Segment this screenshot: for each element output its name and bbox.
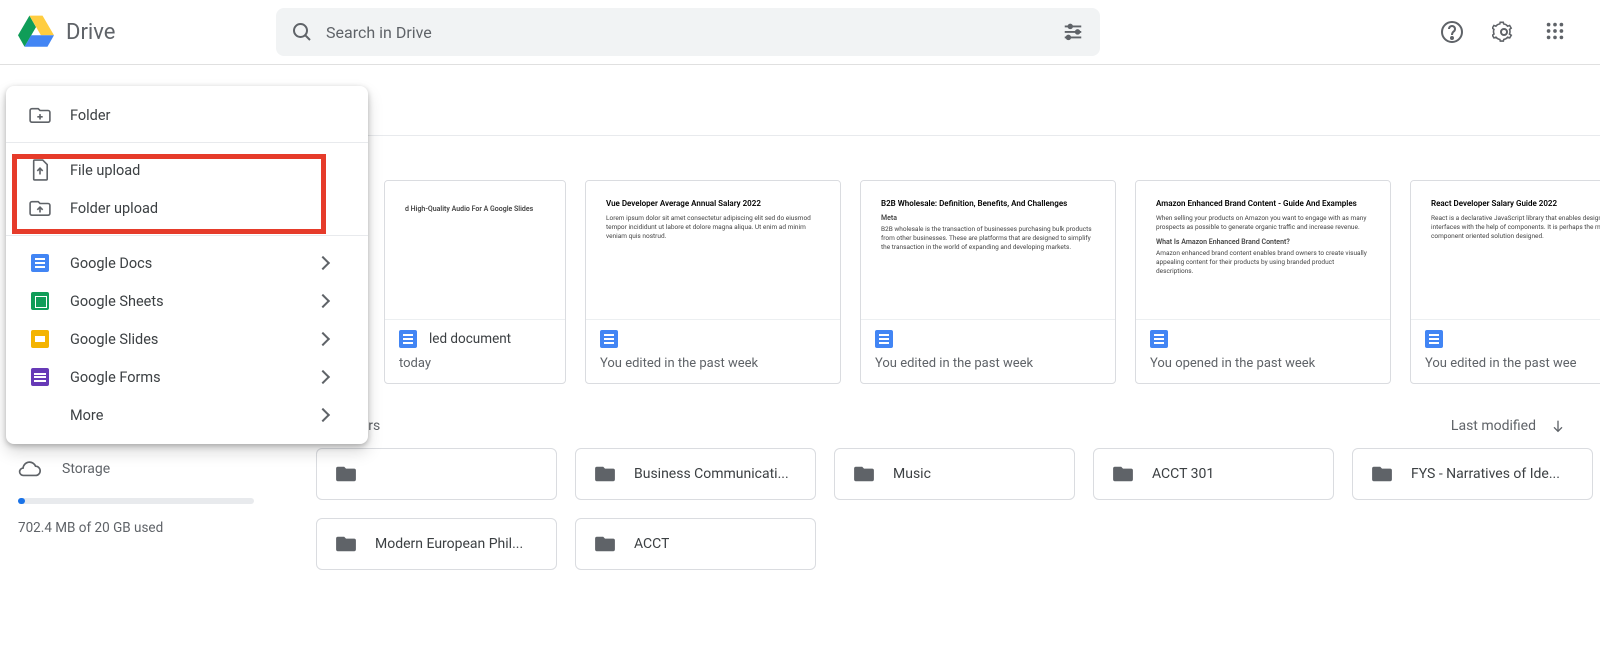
storage-text: 702.4 MB of 20 GB used <box>18 520 258 536</box>
menu-item-google-forms[interactable]: Google Forms <box>6 358 368 396</box>
folder-item[interactable] <box>316 448 557 500</box>
menu-item-folder-upload[interactable]: Folder upload <box>6 189 368 227</box>
card-subtitle: You opened in the past week <box>1150 356 1376 371</box>
menu-item-label: Google Docs <box>70 255 152 272</box>
docs-icon <box>875 330 893 348</box>
folder-icon <box>594 465 616 483</box>
folder-icon <box>853 465 875 483</box>
storage-label: Storage <box>62 461 110 477</box>
google-forms-icon <box>28 365 52 389</box>
cloud-icon <box>18 460 42 478</box>
menu-item-file-upload[interactable]: File upload <box>6 151 368 189</box>
arrow-down-icon <box>1550 418 1566 434</box>
menu-item-label: Google Sheets <box>70 293 164 310</box>
gear-icon[interactable] <box>1492 20 1516 44</box>
menu-item-more[interactable]: More <box>6 396 368 434</box>
folder-name: Modern European Phil... <box>375 536 523 552</box>
app-name: Drive <box>66 20 115 45</box>
brand[interactable]: Drive <box>16 14 276 50</box>
docs-icon <box>600 330 618 348</box>
card-preview: d High-Quality Audio For A Google Slides <box>385 181 565 319</box>
folder-name: ACCT 301 <box>1152 466 1214 482</box>
menu-item-google-slides[interactable]: Google Slides <box>6 320 368 358</box>
suggested-card[interactable]: Vue Developer Average Annual Salary 2022… <box>585 180 841 384</box>
sort-control[interactable]: Last modified <box>1451 418 1566 434</box>
folder-item[interactable]: Modern European Phil... <box>316 518 557 570</box>
folder-item[interactable]: FYS - Narratives of Ide... <box>1352 448 1593 500</box>
folder-item[interactable]: Music <box>834 448 1075 500</box>
menu-item-label: Google Forms <box>70 369 161 386</box>
search-bar[interactable] <box>276 8 1100 56</box>
suggested-card[interactable]: B2B Wholesale: Definition, Benefits, And… <box>860 180 1116 384</box>
card-subtitle: today <box>399 356 551 371</box>
docs-icon <box>1425 330 1443 348</box>
folder-icon <box>594 535 616 553</box>
google-sheets-icon <box>28 289 52 313</box>
google-slides-icon <box>28 327 52 351</box>
new-context-menu: Folder File upload Folder upload Google … <box>6 86 368 444</box>
menu-item-label: Folder <box>70 107 110 124</box>
menu-item-google-sheets[interactable]: Google Sheets <box>6 282 368 320</box>
apps-grid-icon[interactable] <box>1544 20 1568 44</box>
card-preview: Amazon Enhanced Brand Content - Guide An… <box>1136 181 1390 319</box>
card-subtitle: You edited in the past week <box>875 356 1101 371</box>
card-subtitle: You edited in the past wee <box>1425 356 1600 371</box>
folder-grid: Business Communicati... Music ACCT 301 F… <box>24 448 1600 570</box>
card-preview: Vue Developer Average Annual Salary 2022… <box>586 181 840 319</box>
folder-item[interactable]: ACCT <box>575 518 816 570</box>
new-folder-icon <box>28 103 52 127</box>
docs-icon <box>1150 330 1168 348</box>
card-subtitle: You edited in the past week <box>600 356 826 371</box>
menu-item-label: Folder upload <box>70 200 158 217</box>
google-docs-icon <box>28 251 52 275</box>
docs-icon <box>399 330 417 348</box>
folder-icon <box>1112 465 1134 483</box>
file-upload-icon <box>28 158 52 182</box>
folder-icon <box>335 535 357 553</box>
folder-name: ACCT <box>634 536 669 552</box>
header: Drive <box>0 0 1600 64</box>
menu-item-google-docs[interactable]: Google Docs <box>6 244 368 282</box>
folder-icon <box>335 465 357 483</box>
menu-item-label: More <box>70 407 103 424</box>
folder-icon <box>1371 465 1393 483</box>
search-options-icon[interactable] <box>1062 20 1086 44</box>
storage-bar <box>18 498 254 504</box>
sort-label: Last modified <box>1451 418 1536 434</box>
menu-item-label: File upload <box>70 162 140 179</box>
card-preview: React Developer Salary Guide 2022 React … <box>1411 181 1600 319</box>
menu-item-label: Google Slides <box>70 331 158 348</box>
blank-icon <box>28 403 52 427</box>
folder-upload-icon <box>28 196 52 220</box>
menu-item-new-folder[interactable]: Folder <box>6 96 368 134</box>
storage-section[interactable]: Storage 702.4 MB of 20 GB used <box>18 460 258 536</box>
folder-name: Business Communicati... <box>634 466 789 482</box>
suggested-card[interactable]: React Developer Salary Guide 2022 React … <box>1410 180 1600 384</box>
folder-name: FYS - Narratives of Ide... <box>1411 466 1560 482</box>
search-input[interactable] <box>326 23 1050 42</box>
suggested-card[interactable]: d High-Quality Audio For A Google Slides… <box>384 180 566 384</box>
folder-name: Music <box>893 466 931 482</box>
card-title: led document <box>429 331 511 347</box>
card-preview: B2B Wholesale: Definition, Benefits, And… <box>861 181 1115 319</box>
folder-item[interactable]: Business Communicati... <box>575 448 816 500</box>
folder-item[interactable]: ACCT 301 <box>1093 448 1334 500</box>
help-icon[interactable] <box>1440 20 1464 44</box>
search-icon[interactable] <box>290 20 314 44</box>
drive-logo-icon <box>16 14 56 50</box>
header-icons <box>1440 20 1584 44</box>
suggested-card[interactable]: Amazon Enhanced Brand Content - Guide An… <box>1135 180 1391 384</box>
